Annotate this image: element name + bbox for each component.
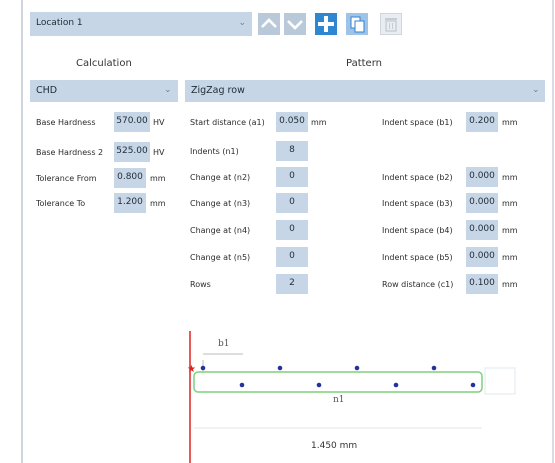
base-hardness-input[interactable]: 570.00 bbox=[114, 112, 150, 132]
panel-left-border bbox=[21, 0, 23, 463]
trash-icon bbox=[385, 18, 397, 32]
change-at-n5-label: Change at (n5) bbox=[190, 253, 251, 262]
calculation-header: Calculation bbox=[76, 58, 132, 69]
indent-space-b2-label: Indent space (b2) bbox=[382, 173, 453, 182]
calculation-method-select[interactable]: CHD ⌄ bbox=[30, 80, 178, 102]
move-down-button[interactable] bbox=[284, 13, 306, 35]
change-at-n2-label: Change at (n2) bbox=[190, 173, 251, 182]
change-at-n2-input[interactable]: 0 bbox=[276, 167, 308, 187]
indent-dot bbox=[239, 382, 245, 388]
indent-dot bbox=[393, 382, 399, 388]
start-distance-unit: mm bbox=[311, 118, 327, 127]
indents-n1-input[interactable]: 8 bbox=[276, 141, 308, 161]
indent-dot bbox=[277, 365, 283, 371]
row-bounding-box bbox=[193, 371, 483, 393]
tolerance-to-unit: mm bbox=[150, 199, 166, 208]
indent-space-b2-unit: mm bbox=[502, 173, 518, 182]
indents-n1-label: Indents (n1) bbox=[190, 147, 239, 156]
row-extension-box bbox=[484, 367, 516, 395]
location-value: Location 1 bbox=[36, 18, 83, 28]
chevron-up-icon bbox=[261, 18, 277, 28]
pattern-type-select[interactable]: ZigZag row ⌄ bbox=[185, 80, 545, 102]
base-hardness-2-input[interactable]: 525.00 bbox=[114, 142, 150, 162]
indent-space-b4-input[interactable]: 0.000 bbox=[466, 220, 498, 240]
chevron-down-icon: ⌄ bbox=[532, 85, 540, 95]
calculation-method-value: CHD bbox=[36, 85, 58, 96]
indent-dot bbox=[200, 365, 206, 371]
pattern-header: Pattern bbox=[346, 58, 382, 69]
chevron-down-icon: ⌄ bbox=[238, 18, 246, 28]
base-hardness-label: Base Hardness bbox=[36, 118, 96, 127]
b1-label: b1 bbox=[218, 339, 230, 349]
length-label: 1.450 mm bbox=[311, 441, 357, 451]
tolerance-from-label: Tolerance From bbox=[36, 174, 97, 183]
indent-space-b5-unit: mm bbox=[502, 253, 518, 262]
rows-label: Rows bbox=[190, 280, 211, 289]
panel-right-border bbox=[552, 0, 554, 463]
change-at-n4-input[interactable]: 0 bbox=[276, 220, 308, 240]
base-hardness-2-label: Base Hardness 2 bbox=[36, 148, 104, 157]
tolerance-to-label: Tolerance To bbox=[36, 199, 86, 208]
indent-dot bbox=[316, 382, 322, 388]
indent-space-b3-input[interactable]: 0.000 bbox=[466, 193, 498, 213]
indent-space-b3-label: Indent space (b3) bbox=[382, 199, 453, 208]
change-at-n4-label: Change at (n4) bbox=[190, 226, 251, 235]
add-button[interactable] bbox=[315, 13, 337, 35]
indent-space-b1-input[interactable]: 0.200 bbox=[466, 112, 498, 132]
location-select[interactable]: Location 1 ⌄ bbox=[30, 12, 252, 36]
indent-space-b4-unit: mm bbox=[502, 226, 518, 235]
chevron-down-icon: ⌄ bbox=[164, 85, 172, 95]
copy-icon bbox=[350, 16, 365, 33]
change-at-n3-input[interactable]: 0 bbox=[276, 193, 308, 213]
plus-icon bbox=[318, 16, 334, 32]
rows-input[interactable]: 2 bbox=[276, 274, 308, 294]
copy-button[interactable] bbox=[346, 13, 368, 35]
indent-space-b3-unit: mm bbox=[502, 199, 518, 208]
pattern-preview-diagram: ★ b1 n1 1.450 mm bbox=[187, 331, 516, 463]
change-at-n5-input[interactable]: 0 bbox=[276, 247, 308, 267]
delete-button[interactable] bbox=[380, 13, 402, 35]
start-distance-label: Start distance (a1) bbox=[190, 118, 265, 127]
n1-label: n1 bbox=[333, 395, 345, 405]
indent-space-b5-input[interactable]: 0.000 bbox=[466, 247, 498, 267]
row-distance-c1-label: Row distance (c1) bbox=[382, 280, 454, 289]
chevron-down-icon bbox=[287, 20, 303, 30]
indent-space-b1-unit: mm bbox=[502, 118, 518, 127]
tolerance-to-input[interactable]: 1.200 bbox=[114, 193, 146, 213]
row-distance-c1-unit: mm bbox=[502, 280, 518, 289]
move-up-button[interactable] bbox=[258, 13, 280, 35]
base-hardness-unit: HV bbox=[153, 118, 165, 127]
indent-space-b4-label: Indent space (b4) bbox=[382, 226, 453, 235]
start-distance-input[interactable]: 0.050 bbox=[276, 112, 308, 132]
base-hardness-2-unit: HV bbox=[153, 148, 165, 157]
indent-space-b1-label: Indent space (b1) bbox=[382, 118, 453, 127]
change-at-n3-label: Change at (n3) bbox=[190, 199, 251, 208]
indent-space-b5-label: Indent space (b5) bbox=[382, 253, 453, 262]
tolerance-from-unit: mm bbox=[150, 174, 166, 183]
indent-dot bbox=[354, 365, 360, 371]
indent-space-b2-input[interactable]: 0.000 bbox=[466, 167, 498, 187]
row-distance-c1-input[interactable]: 0.100 bbox=[466, 274, 498, 294]
indent-dot bbox=[431, 365, 437, 371]
indent-dot bbox=[470, 382, 476, 388]
tolerance-from-input[interactable]: 0.800 bbox=[114, 168, 146, 188]
pattern-type-value: ZigZag row bbox=[191, 85, 245, 96]
